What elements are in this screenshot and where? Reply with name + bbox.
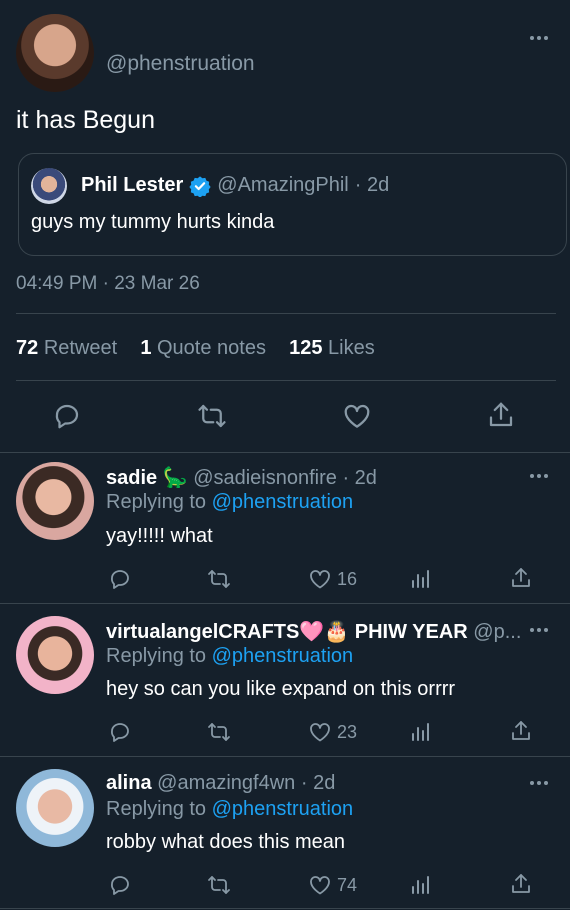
replying-to-label: Replying to [106, 798, 207, 820]
reply-text: yay!!!!! what [106, 525, 213, 547]
reply-author-name[interactable]: virtualangelCRAFTS [106, 621, 299, 643]
like-button[interactable]: 16 [307, 567, 357, 591]
reply-avatar[interactable] [16, 769, 94, 847]
reply-author-emoji: 🦕 [162, 467, 188, 489]
reply-avatar[interactable] [16, 616, 94, 694]
author-avatar[interactable] [16, 14, 94, 92]
divider [0, 603, 570, 604]
tweet-text: it has Begun [16, 106, 155, 134]
tweet-timestamp: 04:49 PM · 23 Mar 26 [16, 273, 200, 294]
divider [0, 908, 570, 909]
tweet-stats: 72 Retweet 1 Quote notes 125 Likes [16, 337, 375, 360]
reply-header: virtualangelCRAFTS🩷🎂 PHIW YEAR @p... [106, 619, 520, 644]
divider [16, 313, 556, 314]
divider [16, 380, 556, 381]
reply-icon[interactable] [52, 401, 82, 431]
analytics-icon[interactable] [408, 873, 432, 897]
share-icon[interactable] [486, 400, 516, 430]
heart-icon [307, 873, 333, 897]
likes-label[interactable]: Likes [328, 337, 375, 359]
replying-to-handle[interactable]: @phenstruation [212, 491, 354, 513]
reply-more-icon[interactable] [530, 773, 548, 793]
share-icon[interactable] [509, 566, 533, 590]
divider [0, 756, 570, 757]
reply-age: · 2d [342, 467, 377, 489]
reply-age: · 2d [300, 772, 336, 794]
heart-icon [307, 720, 333, 744]
tweet-more-icon[interactable] [530, 28, 548, 48]
retweet-label[interactable]: Retweet [44, 337, 117, 359]
heart-icon [307, 567, 333, 591]
retweet-icon[interactable] [206, 567, 232, 591]
share-icon[interactable] [509, 872, 533, 896]
replying-to: Replying to @phenstruation [106, 798, 353, 821]
like-heart-icon[interactable] [341, 401, 373, 431]
like-button[interactable]: 74 [307, 873, 357, 897]
like-count: 23 [337, 721, 358, 742]
like-count: 16 [337, 568, 358, 589]
reply-author-name-suffix: PHIW YEAR [354, 621, 468, 643]
retweet-count[interactable]: 72 [16, 337, 38, 359]
quoted-author-avatar [31, 168, 67, 204]
replying-to-label: Replying to [106, 491, 207, 513]
replying-to-handle[interactable]: @phenstruation [212, 645, 354, 667]
reply-icon[interactable] [108, 720, 132, 744]
reply-header: sadie 🦕 @sadieisnonfire · 2d [106, 465, 516, 490]
reply-icon[interactable] [108, 567, 132, 591]
reply-author-name[interactable]: sadie [106, 467, 157, 489]
like-button[interactable]: 23 [307, 720, 357, 744]
reply-more-icon[interactable] [530, 466, 548, 486]
replying-to: Replying to @phenstruation [106, 491, 353, 514]
verified-badge-icon [189, 175, 211, 197]
replying-to-handle[interactable]: @phenstruation [212, 798, 354, 820]
analytics-icon[interactable] [408, 720, 432, 744]
retweet-icon[interactable] [206, 720, 232, 744]
author-handle[interactable]: @phenstruation [106, 52, 255, 76]
reply-text: robby what does this mean [106, 831, 346, 853]
quoted-tweet-text: guys my tummy hurts kinda [31, 211, 275, 233]
reply-author-emoji: 🩷🎂 [299, 621, 350, 643]
reply-author-handle[interactable]: @sadieisnonfire [193, 467, 337, 489]
analytics-icon[interactable] [408, 567, 432, 591]
reply-avatar[interactable] [16, 462, 94, 540]
reply-icon[interactable] [108, 873, 132, 897]
reply-header: alina @amazingf4wn · 2d [106, 772, 516, 795]
replying-to: Replying to @phenstruation [106, 645, 353, 668]
reply-author-handle[interactable]: @p... [473, 621, 520, 643]
quoted-author-handle: @AmazingPhil [217, 174, 349, 196]
like-count: 74 [337, 874, 358, 895]
quote-label[interactable]: Quote notes [157, 337, 266, 359]
likes-count[interactable]: 125 [289, 337, 322, 359]
reply-text: hey so can you like expand on this orrrr [106, 678, 456, 700]
quote-count[interactable]: 1 [140, 337, 151, 359]
reply-author-name[interactable]: alina [106, 772, 152, 794]
quoted-tweet-age: · 2d [354, 174, 390, 196]
retweet-icon[interactable] [206, 873, 232, 897]
quoted-author-name: Phil Lester [81, 174, 184, 196]
share-icon[interactable] [509, 719, 533, 743]
replying-to-label: Replying to [106, 645, 207, 667]
reply-more-icon[interactable] [530, 620, 548, 640]
reply-author-handle[interactable]: @amazingf4wn [157, 772, 295, 794]
retweet-icon[interactable] [196, 401, 228, 431]
divider [0, 452, 570, 453]
quoted-tweet-card[interactable]: Phil Lester @AmazingPhil · 2d guys my tu… [18, 153, 567, 256]
